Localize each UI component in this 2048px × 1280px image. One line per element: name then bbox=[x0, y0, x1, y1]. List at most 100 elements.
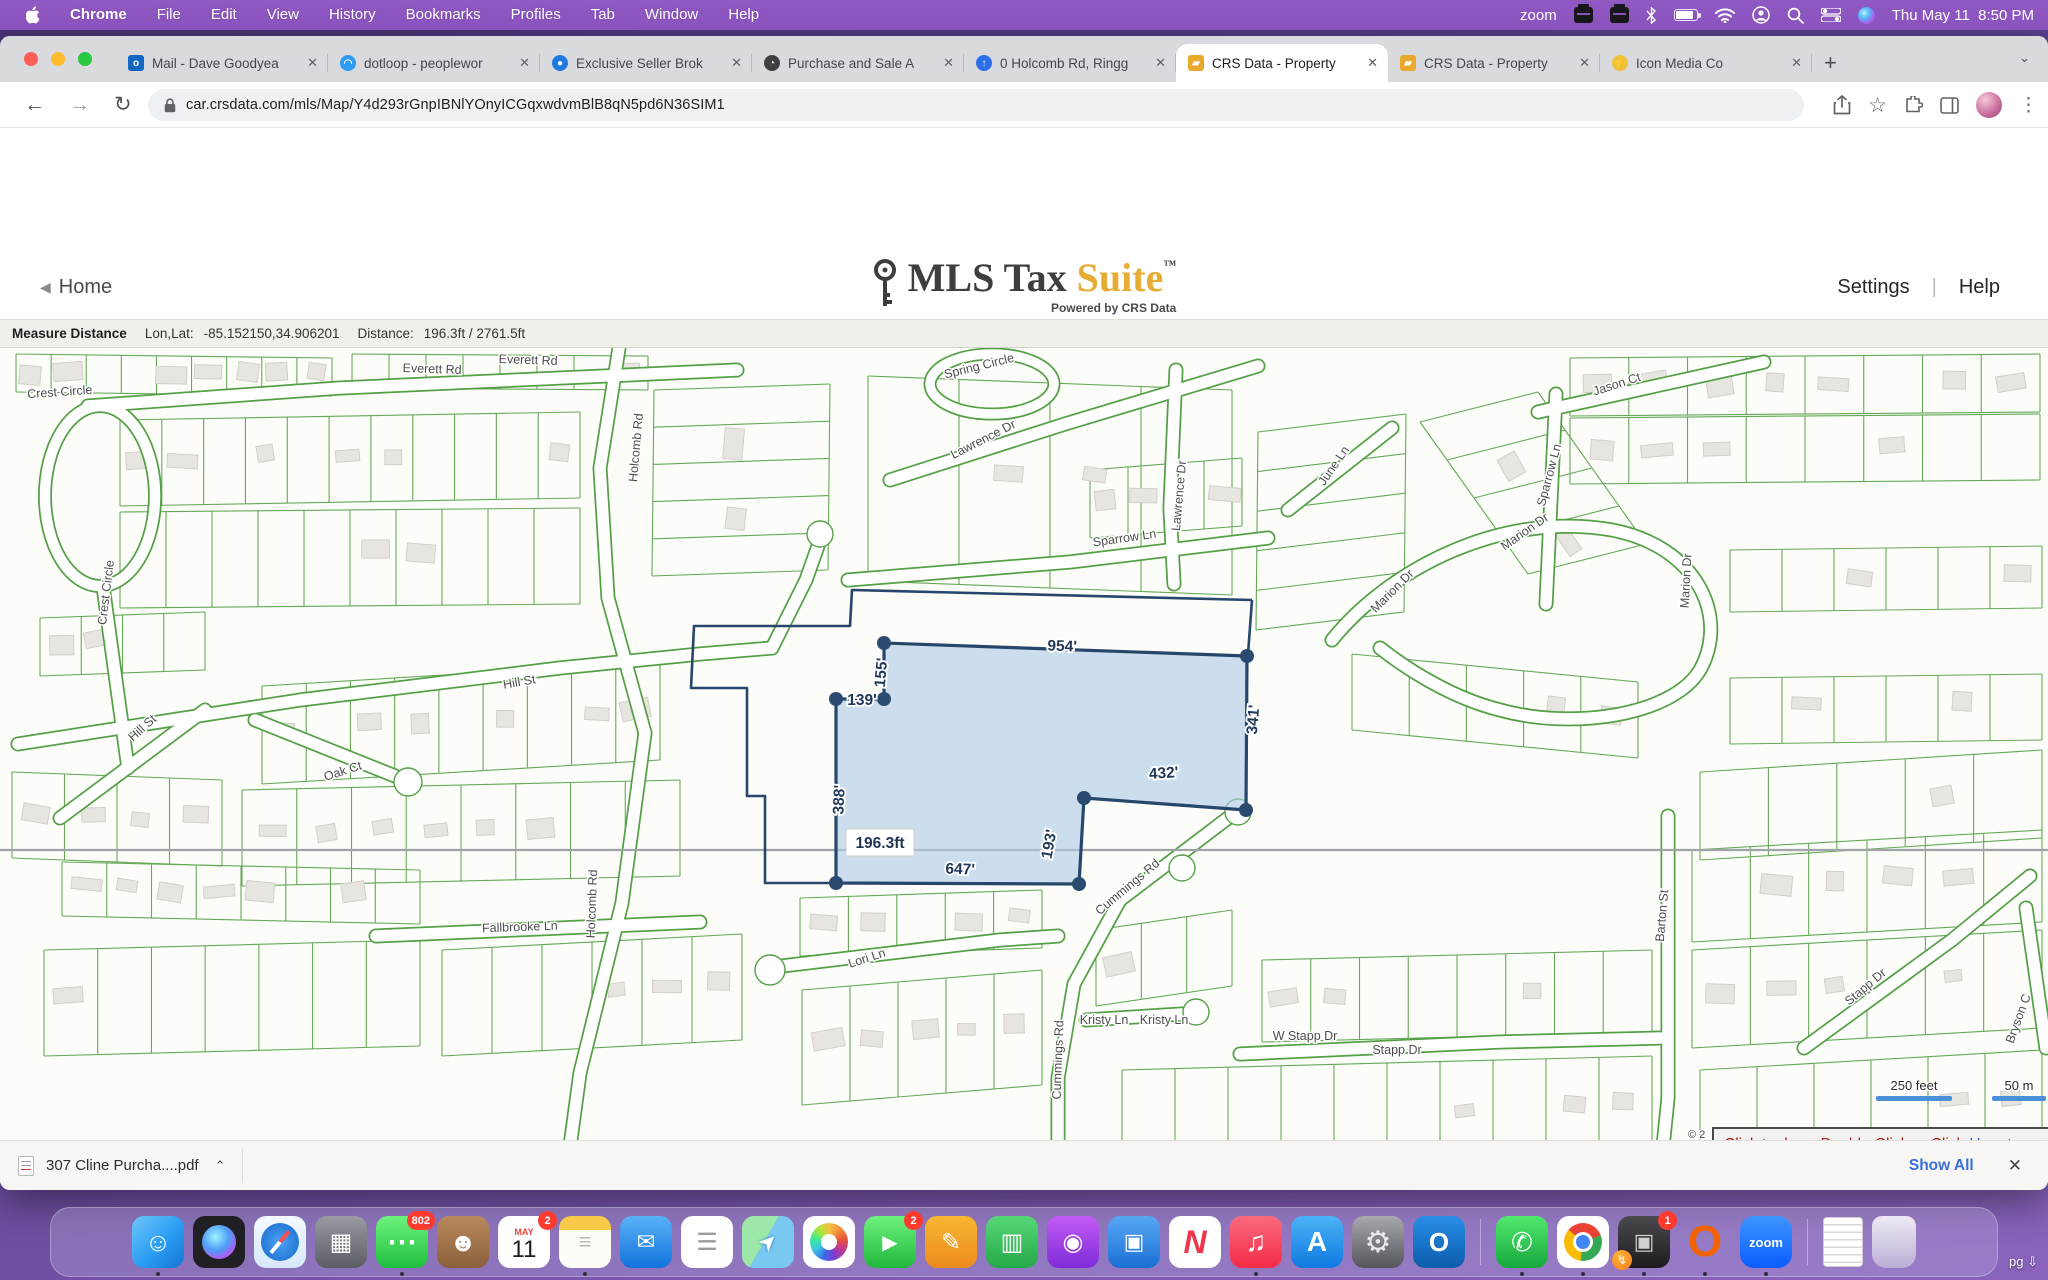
dock-keynote-icon[interactable]: ▣ bbox=[1108, 1216, 1160, 1268]
menu-item-history[interactable]: History bbox=[329, 6, 376, 23]
tab-close-icon[interactable]: ✕ bbox=[519, 55, 530, 71]
fullscreen-window-button[interactable] bbox=[78, 52, 92, 66]
tab-close-icon[interactable]: ✕ bbox=[1367, 55, 1378, 71]
share-icon[interactable] bbox=[1833, 95, 1851, 115]
dock-launchpad-icon[interactable]: ▦ bbox=[315, 1216, 367, 1268]
bluetooth-icon[interactable] bbox=[1646, 7, 1657, 24]
url-text[interactable]: car.crsdata.com/mls/Map/Y4d293rGnpIBNlYO… bbox=[186, 97, 725, 113]
tab-7[interactable]: ▰CRS Data - Property✕ bbox=[1388, 44, 1600, 82]
dock-chrome-icon[interactable] bbox=[1557, 1216, 1609, 1268]
menu-kebab-icon[interactable]: ⋮ bbox=[2019, 94, 2038, 117]
tab-8[interactable]: ⚡ Icon Media Co ✕ bbox=[1600, 44, 1812, 82]
close-window-button[interactable] bbox=[24, 52, 38, 66]
download-chevron-icon[interactable]: ⌃ bbox=[215, 1158, 226, 1174]
profile-avatar[interactable] bbox=[1976, 92, 2002, 118]
help-link[interactable]: Help bbox=[1959, 276, 2000, 299]
menu-item-tab[interactable]: Tab bbox=[591, 6, 615, 23]
dock-finder-icon[interactable]: ☺ bbox=[132, 1216, 184, 1268]
dock-news-icon[interactable]: N bbox=[1169, 1216, 1221, 1268]
tab-search-chevron-icon[interactable]: ⌄ bbox=[2019, 50, 2030, 66]
dock-zoom-icon[interactable]: zoom bbox=[1740, 1216, 1792, 1268]
show-all-button[interactable]: Show All bbox=[1909, 1157, 1974, 1175]
address-bar[interactable]: car.crsdata.com/mls/Map/Y4d293rGnpIBNlYO… bbox=[148, 89, 1804, 121]
tab-title: Icon Media Co bbox=[1636, 56, 1785, 71]
dock-whatsapp-icon[interactable]: ✆ bbox=[1496, 1216, 1548, 1268]
printer-icon[interactable] bbox=[1574, 7, 1593, 23]
search-icon[interactable] bbox=[1787, 7, 1804, 24]
tab-6[interactable]: ▰CRS Data - Property✕ bbox=[1176, 44, 1388, 82]
user-icon[interactable] bbox=[1752, 6, 1770, 24]
dock-music-icon[interactable]: ♫ bbox=[1230, 1216, 1282, 1268]
side-panel-icon[interactable] bbox=[1940, 97, 1959, 114]
forward-button[interactable]: → bbox=[69, 93, 90, 117]
menu-item-edit[interactable]: Edit bbox=[211, 6, 237, 23]
download-item[interactable]: 307 Cline Purcha....pdf ⌃ bbox=[18, 1156, 226, 1176]
menu-item-profiles[interactable]: Profiles bbox=[511, 6, 561, 23]
extensions-puzzle-icon[interactable] bbox=[1904, 96, 1923, 115]
tab-favicon: ⚡ bbox=[1612, 55, 1628, 71]
dock-notes-icon[interactable]: ≡ bbox=[559, 1216, 611, 1268]
dock-podcasts-icon[interactable]: ◉ bbox=[1047, 1216, 1099, 1268]
dock-origin-icon[interactable]: O bbox=[1679, 1216, 1731, 1268]
apple-logo-icon[interactable] bbox=[26, 6, 42, 24]
menu-item-window[interactable]: Window bbox=[645, 6, 698, 23]
dock-mail-icon[interactable]: ✉ bbox=[620, 1216, 672, 1268]
parcel-map[interactable]: Crest CircleCrest CircleEverett RdEveret… bbox=[0, 348, 2048, 1176]
tab-close-icon[interactable]: ✕ bbox=[1791, 55, 1802, 71]
dock-printer-icon[interactable]: ▣↯1 bbox=[1618, 1216, 1670, 1268]
tabs: oMail - Dave Goodyea✕◠dotloop - peoplewo… bbox=[116, 36, 1837, 82]
siri-icon[interactable] bbox=[1858, 7, 1875, 24]
minimize-window-button[interactable] bbox=[51, 52, 65, 66]
tab-title: CRS Data - Property bbox=[1424, 56, 1573, 71]
new-tab-button[interactable]: + bbox=[1824, 50, 1837, 76]
menu-item-file[interactable]: File bbox=[157, 6, 181, 23]
desktop-file-label[interactable]: pg ⇩ bbox=[2009, 1254, 2038, 1270]
dock-calendar-icon[interactable]: MAY112 bbox=[498, 1216, 550, 1268]
bookmark-star-icon[interactable]: ☆ bbox=[1868, 93, 1887, 118]
reload-button[interactable]: ↻ bbox=[114, 92, 132, 117]
tab-close-icon[interactable]: ✕ bbox=[943, 55, 954, 71]
back-button[interactable]: ← bbox=[24, 93, 45, 117]
dock-siri-icon[interactable] bbox=[193, 1216, 245, 1268]
tab-3[interactable]: ●Exclusive Seller Brok✕ bbox=[540, 44, 752, 82]
tab-4[interactable]: ◔Purchase and Sale A✕ bbox=[752, 44, 964, 82]
download-bar-close-icon[interactable]: ✕ bbox=[2008, 1156, 2022, 1176]
measure-distance-bar: Measure Distance Lon,Lat: -85.152150,34.… bbox=[0, 319, 2048, 348]
dock-receipt-icon[interactable] bbox=[1823, 1217, 1863, 1267]
dock-facetime-icon[interactable]: ▶2 bbox=[864, 1216, 916, 1268]
tab-close-icon[interactable]: ✕ bbox=[731, 55, 742, 71]
dock-outlook-icon[interactable]: O bbox=[1413, 1216, 1465, 1268]
dock-photos-icon[interactable] bbox=[803, 1216, 855, 1268]
dock-maps-icon[interactable]: ➤ bbox=[742, 1216, 794, 1268]
dock-numbers-icon[interactable]: ▥ bbox=[986, 1216, 1038, 1268]
macos-dock: ☺▦⋯802☻MAY112≡✉☰➤▶2✎▥◉▣N♫A⚙O✆▣↯1Ozoom bbox=[50, 1207, 1998, 1277]
menu-item-bookmarks[interactable]: Bookmarks bbox=[406, 6, 481, 23]
dock-appstore-icon[interactable]: A bbox=[1291, 1216, 1343, 1268]
tab-2[interactable]: ◠dotloop - peoplewor✕ bbox=[328, 44, 540, 82]
running-indicator bbox=[1642, 1272, 1646, 1276]
dock-pages-icon[interactable]: ✎ bbox=[925, 1216, 977, 1268]
wifi-icon[interactable] bbox=[1715, 8, 1735, 23]
menu-item-chrome[interactable]: Chrome bbox=[70, 6, 127, 23]
menu-item-view[interactable]: View bbox=[267, 6, 299, 23]
dock-messages-icon[interactable]: ⋯802 bbox=[376, 1216, 428, 1268]
zoom-menu-label[interactable]: zoom bbox=[1520, 7, 1557, 24]
lock-icon[interactable] bbox=[164, 98, 176, 113]
settings-link[interactable]: Settings bbox=[1837, 276, 1909, 299]
dock-trash-icon[interactable] bbox=[1872, 1216, 1916, 1268]
dock-settings-icon[interactable]: ⚙ bbox=[1352, 1216, 1404, 1268]
tab-close-icon[interactable]: ✕ bbox=[1579, 55, 1590, 71]
tab-5[interactable]: ↑0 Holcomb Rd, Ringg✕ bbox=[964, 44, 1176, 82]
tab-close-icon[interactable]: ✕ bbox=[1155, 55, 1166, 71]
dock-reminders-icon[interactable]: ☰ bbox=[681, 1216, 733, 1268]
menu-item-help[interactable]: Help bbox=[728, 6, 759, 23]
tab-1[interactable]: oMail - Dave Goodyea✕ bbox=[116, 44, 328, 82]
dock-safari-icon[interactable] bbox=[254, 1216, 306, 1268]
printer-icon[interactable] bbox=[1610, 7, 1629, 23]
street-label: Holcomb Rd bbox=[584, 869, 600, 938]
tab-close-icon[interactable]: ✕ bbox=[307, 55, 318, 71]
menu-bar-clock[interactable]: Thu May 11 8:50 PM bbox=[1892, 7, 2034, 24]
dock-contacts-icon[interactable]: ☻ bbox=[437, 1216, 489, 1268]
control-center-icon[interactable] bbox=[1821, 8, 1841, 22]
download-filename[interactable]: 307 Cline Purcha....pdf bbox=[46, 1157, 199, 1174]
